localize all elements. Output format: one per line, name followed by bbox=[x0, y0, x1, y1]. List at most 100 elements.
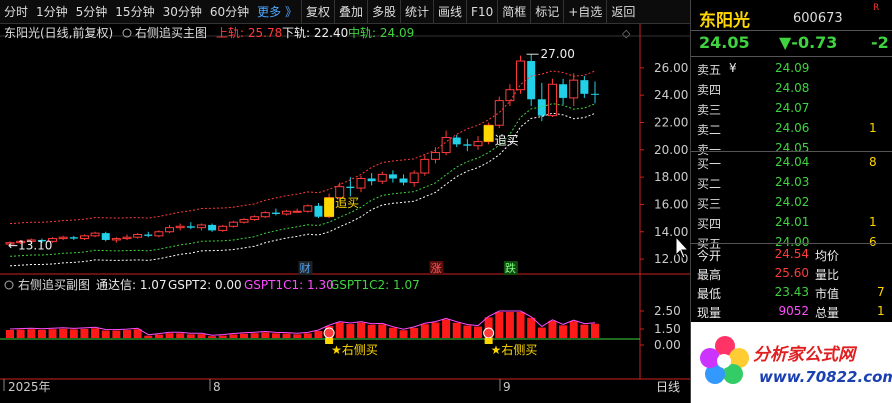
toolbar-item-12[interactable]: F10 bbox=[466, 0, 497, 24]
bid-row-1-price: 24.04 bbox=[775, 155, 810, 169]
period-label: 日线 bbox=[656, 380, 680, 394]
candle-34 bbox=[367, 178, 376, 182]
osc-bar-48 bbox=[516, 312, 525, 338]
osc-bar-41 bbox=[442, 319, 451, 338]
toolbar-item-0[interactable]: 分时 bbox=[0, 0, 32, 24]
bid-row-2[interactable]: 买二 24.03 bbox=[691, 173, 892, 192]
stock-name: 东阳光 bbox=[699, 11, 750, 31]
sub-legend-gspt1c2: GSPT1C2: 1.07 bbox=[330, 278, 420, 292]
toolbar-item-14[interactable]: 标记 bbox=[530, 0, 563, 24]
logo-url: www.70822.com bbox=[759, 368, 892, 386]
candle-36 bbox=[388, 174, 397, 179]
toolbar-item-3[interactable]: 15分钟 bbox=[111, 0, 158, 24]
stat-row-0: 今开 24.54 均价 bbox=[691, 245, 892, 264]
candle-33 bbox=[356, 177, 366, 189]
osc-bar-24 bbox=[261, 332, 270, 338]
candle-55 bbox=[591, 93, 599, 95]
y-tick-2: 22.00 bbox=[654, 115, 688, 129]
candle-39 bbox=[420, 158, 430, 174]
toolbar-item-9[interactable]: 多股 bbox=[367, 0, 400, 24]
toolbar-item-1[interactable]: 1分钟 bbox=[32, 0, 72, 24]
toolbar: 分时 1分钟 5分钟 15分钟 30分钟 60分钟 更多 》复权 叠加 多股 统计 画线 F10 简框标… bbox=[0, 0, 690, 24]
candle-40 bbox=[430, 152, 440, 160]
bid-row-3[interactable]: 买三 24.02 bbox=[691, 193, 892, 212]
osc-bar-4 bbox=[48, 329, 57, 338]
candle-38 bbox=[409, 172, 419, 184]
toolbar-item-13[interactable]: 简框 bbox=[497, 0, 530, 24]
toolbar-item-8[interactable]: 叠加 bbox=[333, 0, 367, 24]
bid-row-4-label: 买四 bbox=[697, 217, 722, 231]
candle-32 bbox=[346, 186, 355, 189]
osc-bar-47 bbox=[505, 312, 514, 338]
upper-band-label: 上轨: 25.78 bbox=[216, 26, 282, 40]
ask-row-4[interactable]: 卖四 24.08 bbox=[691, 79, 892, 98]
toolbar-item-6[interactable]: 更多 》 bbox=[253, 0, 301, 24]
toolbar-item-5[interactable]: 60分钟 bbox=[206, 0, 253, 24]
stat-l2-1: 量比 bbox=[815, 268, 840, 282]
osc-bar-35 bbox=[378, 324, 387, 338]
candle-26 bbox=[282, 210, 292, 215]
candle-28 bbox=[303, 205, 313, 212]
osc-bar-55 bbox=[591, 323, 599, 338]
stat-l2-3: 总量 bbox=[815, 306, 840, 320]
osc-bar-3 bbox=[37, 329, 46, 338]
bid-row-1-label: 买一 bbox=[697, 157, 722, 171]
candle-22 bbox=[239, 218, 249, 223]
osc-bar-31 bbox=[335, 322, 344, 338]
toolbar-item-11[interactable]: 画线 bbox=[433, 0, 466, 24]
osc-bar-36 bbox=[388, 327, 397, 338]
osc-bar-22 bbox=[240, 333, 248, 338]
candle-44 bbox=[473, 141, 483, 147]
ask-row-3[interactable]: 卖三 24.07 bbox=[691, 99, 892, 118]
osc-bar-40 bbox=[431, 322, 440, 338]
osc-bar-42 bbox=[452, 322, 461, 338]
candle-25 bbox=[271, 212, 280, 214]
toolbar-item-16[interactable]: 返回 bbox=[606, 0, 639, 24]
kline-chart[interactable]: 东阳光(日线,前复权) 右侧追买主图 上轨: 25.78 下轨: 22.40 中轨: 2… bbox=[0, 24, 690, 403]
bid-row-4-price: 24.01 bbox=[775, 215, 810, 229]
candle-47 bbox=[505, 89, 515, 102]
osc-bar-1 bbox=[16, 329, 25, 338]
candle-5 bbox=[58, 236, 68, 240]
buy-signal-bar-0 bbox=[324, 197, 335, 217]
toolbar-item-10[interactable]: 统计 bbox=[400, 0, 433, 24]
candle-35 bbox=[377, 173, 387, 182]
candle-8 bbox=[90, 232, 100, 237]
candle-18 bbox=[196, 224, 206, 229]
toolbar-item-4[interactable]: 30分钟 bbox=[159, 0, 206, 24]
r-badge: R bbox=[873, 3, 880, 13]
x-label-1: 8 bbox=[213, 380, 221, 394]
app-window: 分时 1分钟 5分钟 15分钟 30分钟 60分钟 更多 》复权 叠加 多股 统计 画线 F10 简框标… bbox=[0, 0, 892, 403]
ask-row-2-volume: 1 bbox=[869, 121, 877, 135]
stat-l2-2: 市值 bbox=[815, 287, 840, 301]
bid-row-1[interactable]: 买一 24.04 8 bbox=[691, 153, 892, 172]
ask-row-3-price: 24.07 bbox=[775, 101, 810, 115]
candle-16 bbox=[175, 225, 185, 229]
candle-19 bbox=[208, 224, 217, 231]
ask-row-5[interactable]: 卖五 24.09 ¥ bbox=[691, 59, 892, 78]
ask-row-2[interactable]: 卖二 24.06 1 bbox=[691, 119, 892, 138]
ask-row-4-label: 卖四 bbox=[697, 83, 722, 97]
middle-band-label: 中轨: 24.09 bbox=[348, 25, 414, 40]
candle-12 bbox=[133, 233, 143, 238]
osc-bar-6 bbox=[69, 329, 78, 338]
candle-15 bbox=[165, 227, 175, 233]
osc-bar-27 bbox=[293, 334, 302, 338]
bid-row-2-label: 买二 bbox=[697, 177, 722, 191]
candle-7 bbox=[79, 235, 89, 240]
toolbar-item-7[interactable]: 复权 bbox=[300, 0, 334, 24]
bid-row-1-volume: 8 bbox=[869, 155, 877, 169]
toolbar-item-15[interactable]: +自选 bbox=[563, 0, 606, 24]
osc-bar-14 bbox=[154, 334, 163, 338]
osc-bar-32 bbox=[346, 324, 355, 338]
candle-14 bbox=[154, 231, 164, 237]
stock-code: 600673 bbox=[793, 11, 843, 26]
candle-53 bbox=[569, 79, 579, 99]
sub-tick-2: 0.00 bbox=[654, 338, 681, 352]
sub-buy-dot-0 bbox=[323, 327, 335, 339]
toolbar-item-2[interactable]: 5分钟 bbox=[72, 0, 112, 24]
watermark-logo: 分析家公式网 www.70822.com bbox=[691, 322, 892, 403]
bid-row-4[interactable]: 买四 24.01 1 bbox=[691, 213, 892, 232]
bid-row-2-price: 24.03 bbox=[775, 175, 810, 189]
candle-51 bbox=[547, 83, 557, 117]
